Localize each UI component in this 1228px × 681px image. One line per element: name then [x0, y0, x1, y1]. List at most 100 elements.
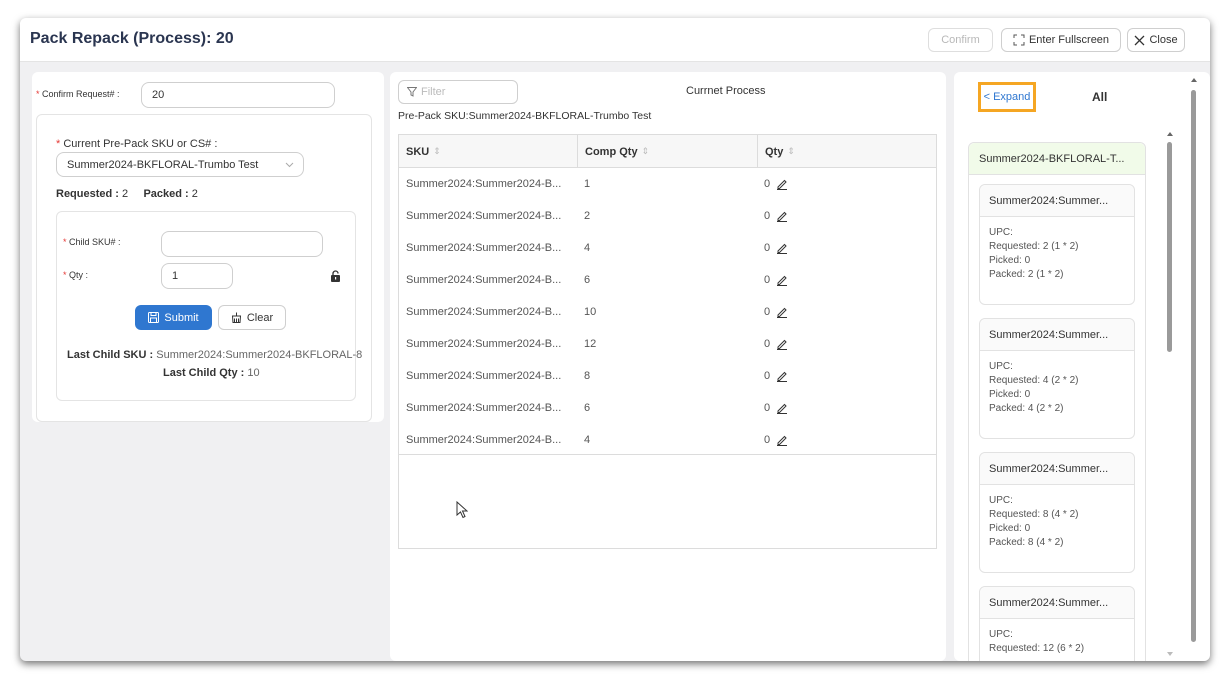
filter-icon	[407, 87, 417, 97]
last-child-sku-label: Last Child SKU :	[67, 349, 154, 361]
comp-qty-cell: 6	[584, 402, 591, 414]
comp-qty-cell: 12	[584, 338, 597, 350]
column-qty[interactable]: Qty ⇕	[757, 135, 936, 168]
qty-cell: 0	[757, 424, 936, 456]
summary-panel: < Expand All Summer2024-BKFLORAL-T... Su…	[954, 72, 1210, 661]
fullscreen-icon	[1013, 34, 1025, 46]
sku-summary-card[interactable]: Summer2024:Summer... UPC: Requested: 2 (1 …	[979, 184, 1135, 305]
edit-icon[interactable]	[776, 242, 788, 254]
confirm-button-label: Confirm	[941, 34, 980, 46]
card-packed: Packed: 4 (2 * 2)	[989, 403, 1064, 414]
column-sku[interactable]: SKU ⇕	[399, 135, 577, 168]
scroll-down-arrow[interactable]	[1167, 652, 1173, 656]
lock-icon[interactable]	[330, 270, 341, 282]
window-header: Pack Repack (Process): 20 Confirm Enter …	[20, 18, 1210, 62]
sku-cell: Summer2024:Summer2024-B...	[406, 210, 562, 222]
confirm-button[interactable]: Confirm	[928, 28, 993, 52]
card-picked: Picked: 0	[989, 523, 1031, 534]
clear-button[interactable]: Clear	[218, 305, 286, 330]
card-body: UPC: Requested: 12 (6 * 2)	[980, 619, 1134, 656]
enter-fullscreen-button[interactable]: Enter Fullscreen	[1001, 28, 1121, 52]
table-row: Summer2024:Summer2024-B... 12 0	[399, 328, 936, 360]
last-child-qty-line: Last Child Qty : 10	[163, 367, 260, 379]
scroll-up-arrow[interactable]	[1191, 78, 1197, 82]
comp-qty-cell: 4	[584, 434, 591, 446]
qty-cell: 0	[757, 392, 936, 424]
qty-cell: 0	[757, 168, 936, 200]
sku-cell: Summer2024:Summer2024-B...	[406, 178, 562, 190]
sku-summary-card[interactable]: Summer2024:Summer... UPC: Requested: 8 (4 …	[979, 452, 1135, 573]
last-child-qty-label: Last Child Qty :	[163, 367, 245, 379]
edit-icon[interactable]	[776, 274, 788, 286]
qty-cell: 0	[757, 200, 936, 232]
close-icon	[1134, 35, 1145, 45]
clear-label: Clear	[246, 311, 274, 324]
card-upc: UPC:	[989, 227, 1013, 238]
sku-summary-card[interactable]: Summer2024:Summer... UPC: Requested: 4 (2 …	[979, 318, 1135, 439]
inner-scroll-thumb[interactable]	[1167, 142, 1172, 352]
prepack-select[interactable]: Summer2024-BKFLORAL-Trumbo Test	[56, 152, 304, 177]
sku-cell: Summer2024:Summer2024-B...	[406, 306, 562, 318]
qty-input[interactable]: 1	[161, 263, 233, 289]
column-comp-qty[interactable]: Comp Qty ⇕	[577, 135, 757, 168]
comp-qty-cell: 6	[584, 274, 591, 286]
table-row: Summer2024:Summer2024-B... 4 0	[399, 232, 936, 264]
scroll-up-arrow[interactable]	[1167, 132, 1173, 136]
table-header: SKU ⇕ Comp Qty ⇕ Qty ⇕	[399, 135, 936, 168]
table-row: Summer2024:Summer2024-B... 4 0	[399, 424, 936, 456]
edit-icon[interactable]	[776, 338, 788, 350]
enter-fullscreen-label: Enter Fullscreen	[1028, 34, 1110, 46]
edit-icon[interactable]	[776, 370, 788, 382]
prepack-box: * Current Pre-Pack SKU or CS# : Summer20…	[36, 114, 372, 422]
confirm-request-input[interactable]: 20	[141, 82, 335, 108]
child-sku-box: * Child SKU# : * Qty : 1 Submit Clear La…	[56, 211, 362, 401]
sort-icon[interactable]: ⇕	[787, 146, 795, 157]
qty-cell: 0	[757, 232, 936, 264]
last-child-sku-line: Last Child SKU : Summer2024:Summer2024-B…	[67, 349, 362, 361]
edit-icon[interactable]	[776, 434, 788, 446]
qty-label: * Qty :	[63, 270, 89, 280]
edit-icon[interactable]	[776, 178, 788, 190]
card-upc: UPC:	[989, 495, 1013, 506]
sort-icon[interactable]: ⇕	[433, 146, 441, 157]
close-button[interactable]: Close	[1127, 28, 1185, 52]
save-icon	[148, 312, 160, 323]
edit-icon[interactable]	[776, 402, 788, 414]
pack-repack-window: Pack Repack (Process): 20 Confirm Enter …	[20, 18, 1210, 661]
prepack-group: Summer2024-BKFLORAL-T... Summer2024:Summ…	[968, 142, 1146, 661]
sku-summary-card[interactable]: Summer2024:Summer... UPC: Requested: 12 (6…	[979, 586, 1135, 661]
card-title: Summer2024:Summer...	[980, 319, 1134, 351]
card-body: UPC: Requested: 4 (2 * 2) Picked: 0 Packed:…	[980, 351, 1134, 416]
comp-qty-cell: 4	[584, 242, 591, 254]
prepack-sku-line: Pre-Pack SKU:Summer2024-BKFLORAL-Trumbo …	[398, 110, 652, 122]
sku-table: SKU ⇕ Comp Qty ⇕ Qty ⇕ Summer2024:Summer202…	[398, 134, 937, 549]
sku-cell: Summer2024:Summer2024-B...	[406, 434, 562, 446]
filter-input[interactable]: Filter	[398, 80, 518, 104]
last-child-sku-value: Summer2024:Summer2024-BKFLORAL-8	[156, 349, 363, 361]
edit-icon[interactable]	[776, 306, 788, 318]
expand-button[interactable]: < Expand	[978, 82, 1036, 112]
card-requested: Requested: 4 (2 * 2)	[989, 375, 1079, 386]
card-picked: Picked: 0	[989, 389, 1031, 400]
outer-scrollbar[interactable]	[1190, 78, 1198, 658]
prepack-label: * Current Pre-Pack SKU or CS# :	[56, 138, 218, 150]
edit-icon[interactable]	[776, 210, 788, 222]
child-sku-input[interactable]	[161, 231, 323, 257]
outer-scroll-thumb[interactable]	[1191, 90, 1196, 642]
scan-form-panel: * Confirm Request# : 20 * Current Pre-Pa…	[32, 72, 384, 422]
sku-cell: Summer2024:Summer2024-B...	[406, 370, 562, 382]
card-upc: UPC:	[989, 361, 1013, 372]
submit-label: Submit	[164, 311, 199, 324]
sku-cell: Summer2024:Summer2024-B...	[406, 402, 562, 414]
filter-placeholder: Filter	[421, 86, 446, 98]
inner-scrollbar[interactable]	[1166, 130, 1174, 661]
child-sku-label: * Child SKU# :	[63, 237, 121, 247]
sort-icon[interactable]: ⇕	[642, 146, 650, 157]
submit-button[interactable]: Submit	[135, 305, 212, 330]
table-row: Summer2024:Summer2024-B... 6 0	[399, 264, 936, 296]
comp-qty-cell: 1	[584, 178, 591, 190]
sku-cell: Summer2024:Summer2024-B...	[406, 274, 562, 286]
table-row: Summer2024:Summer2024-B... 1 0	[399, 168, 936, 200]
requested-packed-line: Requested : 2 Packed : 2	[56, 188, 198, 200]
table-row: Summer2024:Summer2024-B... 2 0	[399, 200, 936, 232]
